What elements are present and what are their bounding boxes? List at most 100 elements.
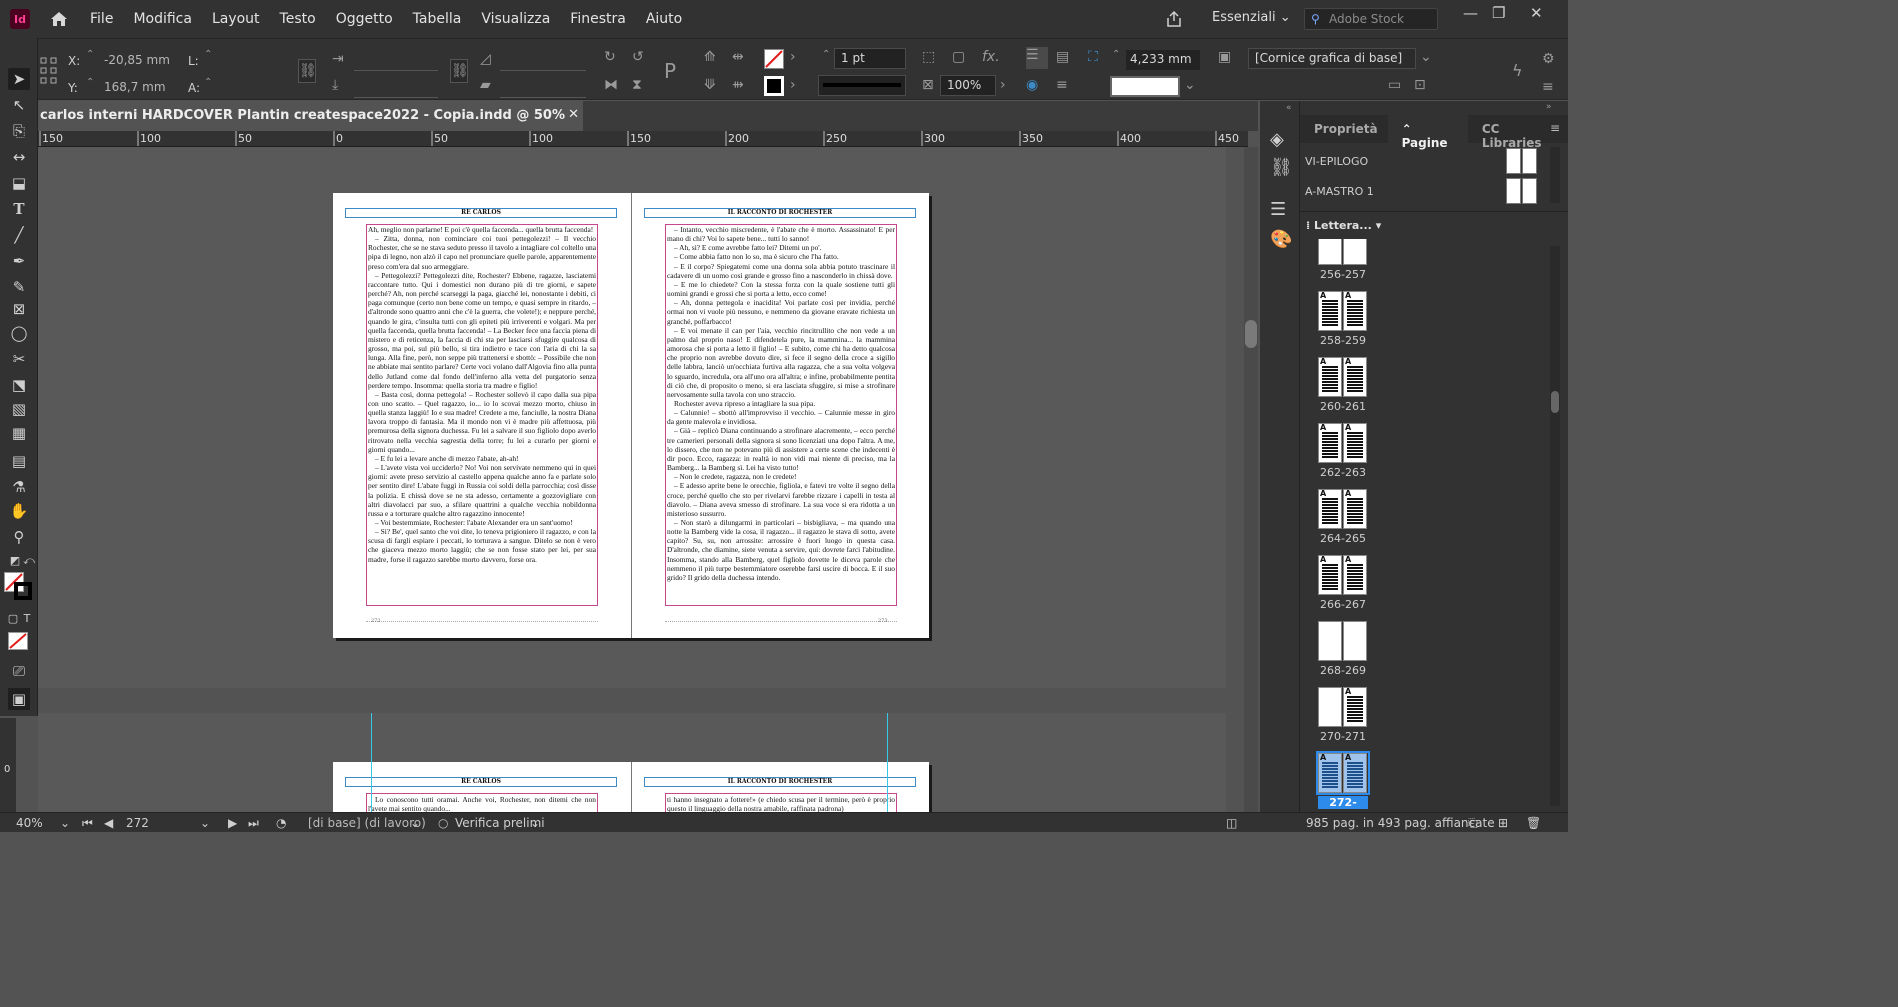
flip-vertical-icon[interactable]: ⧗ — [632, 77, 642, 93]
stepper-icon[interactable]: ⌃ — [86, 77, 94, 88]
chevron-down-icon[interactable]: ⌄ — [410, 816, 420, 830]
page-thumbnail[interactable]: A — [1343, 753, 1367, 793]
chevron-down-icon[interactable]: ⌄ — [60, 816, 70, 830]
direct-selection-icon[interactable]: ↖ — [8, 94, 30, 116]
collapse-icon[interactable]: « — [1286, 103, 1292, 113]
page-thumbnail[interactable]: A — [1343, 357, 1367, 397]
select-container-icon[interactable]: ⟰ — [704, 49, 716, 65]
menu-visualizza[interactable]: Visualizza — [471, 0, 560, 38]
width-field[interactable] — [216, 51, 286, 71]
select-next-icon[interactable]: ⇻ — [732, 77, 744, 93]
page-thumbnail[interactable] — [1343, 621, 1367, 661]
pencil-tool-icon[interactable]: ✎ — [8, 276, 30, 298]
scrollbar-thumb[interactable] — [1245, 320, 1257, 348]
scale-y-field[interactable] — [354, 78, 438, 98]
stroke-type-select[interactable] — [818, 75, 906, 96]
close-icon[interactable]: ✕ — [1530, 4, 1543, 22]
page-thumbnail[interactable] — [1318, 621, 1342, 661]
page-thumbnail[interactable]: A — [1318, 357, 1342, 397]
page-thumbnail[interactable]: A — [1318, 753, 1342, 793]
panel-menu-icon[interactable]: ≡ — [1550, 121, 1560, 135]
master-item[interactable]: A-MASTRO 1 — [1305, 185, 1374, 198]
page-tool-icon[interactable]: ⎘ — [8, 120, 30, 142]
master-thumb[interactable] — [1506, 148, 1521, 174]
stepper-icon[interactable]: ⌃ — [204, 49, 212, 60]
workspace-switcher[interactable]: Essenziali ⌄ — [1212, 10, 1291, 25]
note-tool-icon[interactable]: ▤ — [8, 450, 30, 472]
chevron-down-icon[interactable]: ⌄ — [530, 816, 540, 830]
flip-horizontal-icon[interactable]: ⧓ — [604, 77, 618, 93]
rotate-ccw-icon[interactable]: ↺ — [632, 49, 644, 65]
guide-line[interactable] — [371, 713, 372, 815]
pages-scrollbar[interactable] — [1550, 246, 1560, 806]
page-left-next[interactable]: RE CARLOS Lo conoscono tutti oramai. Anc… — [333, 762, 631, 817]
ellipse-tool-icon[interactable]: ◯ — [8, 322, 30, 344]
page-thumbnail[interactable]: A — [1318, 423, 1342, 463]
chevron-right-icon[interactable]: › — [790, 77, 796, 93]
gradient-icon[interactable]: ▧ — [8, 398, 30, 420]
effects-fx-icon[interactable]: fx. — [982, 49, 1000, 65]
text-wrap-jump-icon[interactable]: ≡ — [1056, 77, 1068, 93]
spread-thumbnail[interactable] — [1318, 239, 1368, 265]
chevron-down-icon[interactable]: ⌄ — [200, 816, 210, 830]
scrollbar-thumb[interactable] — [1551, 391, 1559, 413]
stroke-weight-field[interactable]: 1 pt — [834, 48, 906, 69]
gap-field[interactable]: 4,233 mm — [1126, 50, 1200, 70]
swatches-icon[interactable]: 🎨 — [1270, 229, 1292, 250]
clear-overrides-icon[interactable]: ⊡ — [1414, 77, 1426, 93]
rotate-cw-icon[interactable]: ↻ — [604, 49, 616, 65]
stepper-icon[interactable]: ⌃ — [204, 77, 212, 88]
menu-modifica[interactable]: Modifica — [123, 0, 202, 38]
spread-thumbnail[interactable]: AA — [1318, 489, 1368, 529]
spread-thumbnail[interactable]: AA — [1318, 423, 1368, 463]
format-text-icon[interactable]: T — [16, 608, 38, 630]
layers-icon[interactable]: ◈ — [1270, 129, 1284, 150]
pages-list[interactable]: 256-257 A A 258-259 A A 260-261 A A 262-263 A A 264-… — [1300, 239, 1556, 809]
scale-y-icon[interactable]: ⤓ — [332, 77, 338, 93]
page-left[interactable]: RE CARLOS Ah, meglio non parlarne! E poi… — [333, 193, 631, 638]
object-style-icon[interactable]: ▣ — [1218, 49, 1231, 65]
fill-none-swatch[interactable] — [764, 49, 784, 69]
stepper-icon[interactable]: ⌃ — [822, 49, 830, 60]
page-thumbnail[interactable]: A — [1318, 291, 1342, 331]
page-size-icon[interactable]: ⎗ — [1468, 816, 1478, 831]
gap-icon[interactable]: ⛶ — [1088, 49, 1098, 65]
page-thumbnail[interactable] — [1318, 687, 1342, 727]
eyedropper-icon[interactable]: ⚗ — [8, 476, 30, 498]
page-field[interactable]: 272 — [126, 816, 149, 830]
split-view-icon[interactable]: ◫ — [1226, 816, 1237, 830]
rotate-field[interactable] — [500, 51, 586, 71]
zoom-level[interactable]: 40% — [16, 816, 43, 830]
close-icon[interactable]: ✕ — [568, 107, 579, 122]
share-icon[interactable] — [1164, 9, 1184, 32]
scale-x-field[interactable] — [354, 51, 438, 71]
spread-thumbnail[interactable] — [1318, 621, 1368, 661]
x-field[interactable]: -20,85 mm — [100, 51, 170, 71]
opacity-field[interactable]: 100% — [940, 75, 996, 96]
gear-icon[interactable]: ⚙ — [1542, 51, 1555, 67]
gap-tool-icon[interactable]: ↔ — [8, 146, 30, 168]
links-icon[interactable]: ⛓ — [1270, 157, 1293, 178]
delete-page-icon[interactable]: 🗑 — [1526, 816, 1541, 830]
first-page-icon[interactable]: ⏮ — [82, 816, 93, 831]
page-size-menu[interactable]: ⁞ Lettera... ▾ — [1306, 219, 1381, 232]
text-wrap-shape-icon[interactable]: ◉ — [1026, 77, 1038, 93]
profile-status[interactable]: [di base] (di lavoro) — [308, 816, 426, 830]
quick-apply-icon[interactable]: ▭ — [1388, 77, 1401, 93]
object-style-select[interactable]: [Cornice grafica di base] — [1248, 48, 1416, 69]
stroke-swatch-tool[interactable] — [14, 582, 32, 600]
text-wrap-none-icon[interactable]: ☰ — [1026, 47, 1048, 69]
tab-pagine[interactable]: ⌃ Pagine — [1387, 115, 1468, 150]
scale-x-icon[interactable]: ⇥ — [332, 51, 344, 67]
frame-preview[interactable] — [1110, 76, 1180, 97]
open-page-icon[interactable]: ◔ — [276, 816, 286, 830]
stroke-panel-icon[interactable]: ☰ — [1270, 199, 1286, 220]
page-thumbnail[interactable]: A — [1343, 555, 1367, 595]
chevron-down-icon[interactable]: ⌄ — [1420, 49, 1432, 65]
line-tool-icon[interactable]: ╱ — [8, 224, 30, 246]
menu-icon[interactable]: ≡ — [1542, 79, 1554, 95]
page-thumbnail[interactable]: A — [1343, 423, 1367, 463]
tab-proprieta[interactable]: Proprietà — [1300, 115, 1388, 143]
page-right-next[interactable]: IL RACCONTO DI ROCHESTER ti hanno insegn… — [631, 762, 929, 817]
scissors-icon[interactable]: ✂ — [8, 348, 30, 370]
